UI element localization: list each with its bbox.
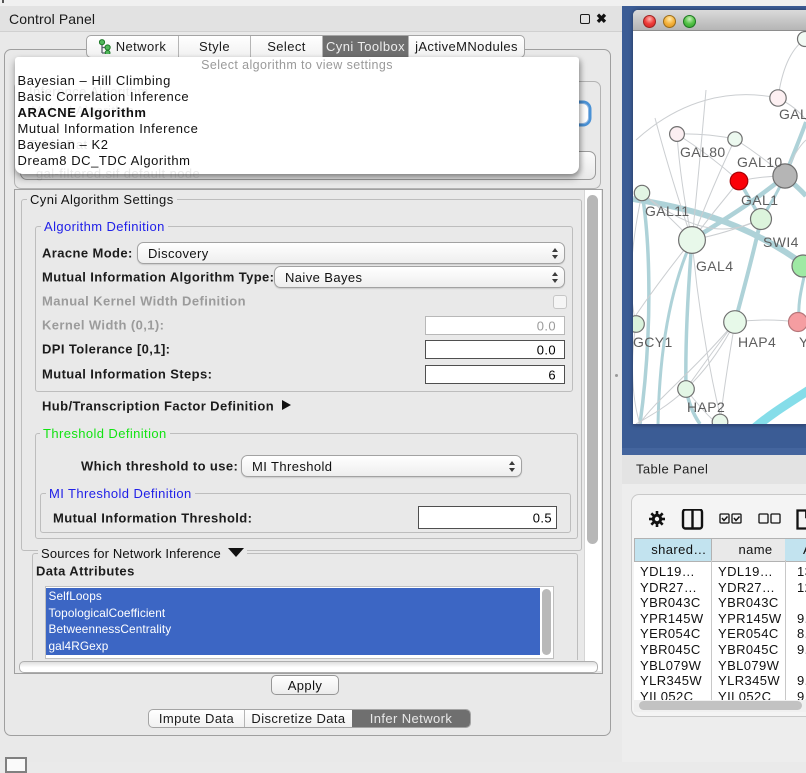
svg-text:GAL1: GAL1 [741,192,778,208]
svg-text:SWI4: SWI4 [763,234,799,250]
svg-text:GAL4: GAL4 [696,258,733,274]
svg-text:GAL2: GAL2 [779,106,806,122]
svg-text:Y: Y [799,334,806,350]
svg-text:HAP2: HAP2 [687,399,725,415]
svg-text:GCY1: GCY1 [633,334,673,350]
svg-text:GAL80: GAL80 [680,144,726,160]
svg-text:GAL11: GAL11 [645,203,690,219]
svg-text:GAL10: GAL10 [737,154,783,170]
svg-text:HAP4: HAP4 [738,334,776,350]
